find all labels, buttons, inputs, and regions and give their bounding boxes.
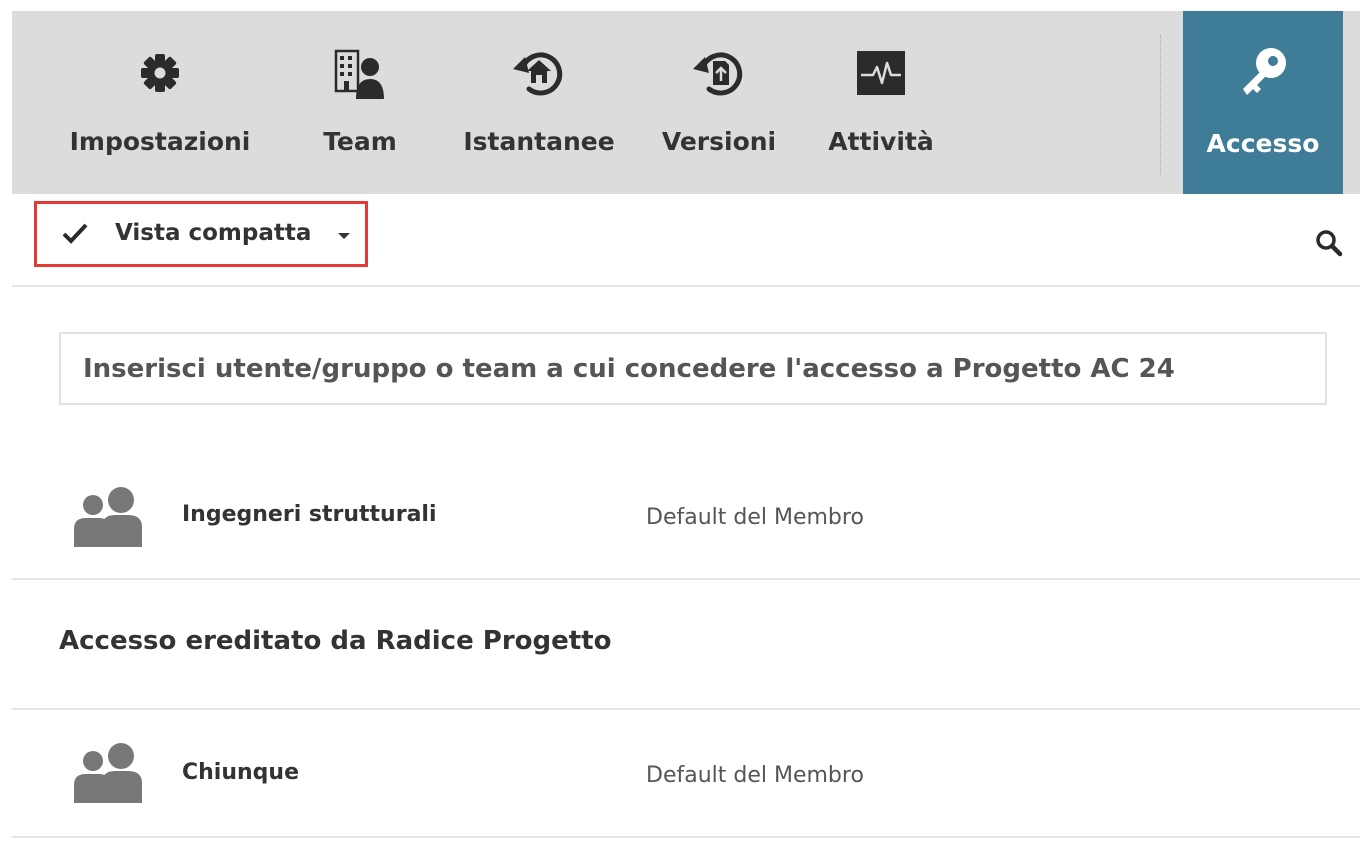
app-frame: Impostazioni Team Istantanee Versioni At… xyxy=(12,11,1360,863)
snapshot-history-icon xyxy=(509,43,569,103)
toolbar-item-versions[interactable]: Versioni xyxy=(652,11,786,194)
building-user-icon xyxy=(330,43,390,103)
toolbar-item-snapshots-label: Istantanee xyxy=(463,127,615,156)
checkmark-icon xyxy=(62,223,88,244)
inherited-access-heading: Accesso ereditato da Radice Progetto xyxy=(59,626,612,656)
gear-icon xyxy=(130,43,190,103)
group-icon xyxy=(72,741,146,805)
toolbar-item-settings-label: Impostazioni xyxy=(69,127,251,156)
toolbar-item-access-label: Accesso xyxy=(1206,129,1320,158)
toolbar-divider xyxy=(1160,35,1161,175)
group-icon xyxy=(72,485,146,549)
toolbar-item-versions-label: Versioni xyxy=(661,127,777,156)
view-options-bar: Vista compatta xyxy=(12,194,1360,287)
access-item-name: Chiunque xyxy=(182,760,300,785)
toolbar-item-settings[interactable]: Impostazioni xyxy=(54,11,266,194)
access-item-name: Ingegneri strutturali xyxy=(182,502,437,527)
toolbar-item-activity[interactable]: Attività xyxy=(812,11,950,194)
top-toolbar: Impostazioni Team Istantanee Versioni At… xyxy=(12,11,1360,194)
access-list-item[interactable]: Chiunque Default del Membro xyxy=(12,710,1360,838)
access-item-role[interactable]: Default del Membro xyxy=(646,505,864,530)
search-icon xyxy=(1316,230,1343,257)
compact-view-label: Vista compatta xyxy=(115,220,312,246)
toolbar-item-activity-label: Attività xyxy=(828,127,934,156)
toolbar-item-team[interactable]: Team xyxy=(306,11,414,194)
toolbar-item-team-label: Team xyxy=(323,127,397,156)
toolbar-item-access[interactable]: Accesso xyxy=(1183,11,1343,194)
inherited-access-section: Accesso ereditato da Radice Progetto xyxy=(12,580,1360,710)
key-icon xyxy=(1231,41,1295,105)
access-list-item[interactable]: Ingegneri strutturali Default del Membro xyxy=(12,452,1360,580)
compact-view-toggle[interactable]: Vista compatta xyxy=(34,201,368,267)
version-history-icon xyxy=(689,43,749,103)
chevron-down-icon xyxy=(338,233,350,239)
toolbar-item-snapshots[interactable]: Istantanee xyxy=(452,11,626,194)
activity-pulse-icon xyxy=(851,43,911,103)
search-button[interactable] xyxy=(1314,228,1344,258)
grant-access-input[interactable] xyxy=(59,332,1327,405)
access-item-role[interactable]: Default del Membro xyxy=(646,763,864,788)
